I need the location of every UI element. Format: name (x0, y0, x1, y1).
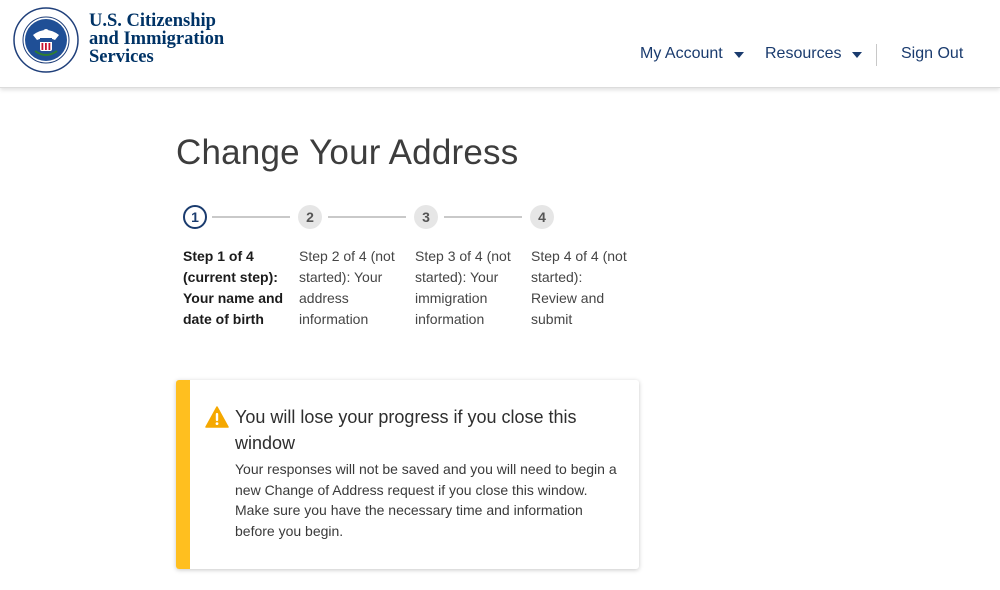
step-1-label: Step 1 of 4 (current step): Your name an… (183, 248, 284, 327)
agency-name-line-3: Services (89, 47, 154, 67)
sign-out-label: Sign Out (901, 45, 964, 62)
step-4-label: Step 4 of 4 (not started): Review and su… (531, 248, 627, 327)
step-connector (212, 216, 290, 218)
resources-label: Resources (765, 45, 842, 62)
step-connector (328, 216, 406, 218)
agency-name-line-1: U.S. Citizenship (89, 11, 216, 31)
alert-title: You will lose your progress if you close… (235, 407, 577, 453)
alert-accent-bar (176, 380, 190, 569)
step-connector (444, 216, 522, 218)
nav-divider (876, 44, 877, 66)
step-2-circle: 2 (298, 205, 322, 229)
alert-body: Your responses will not be saved and you… (235, 461, 617, 539)
my-account-menu[interactable]: My Account (640, 45, 744, 63)
step-3-label: Step 3 of 4 (not started): Your immigrat… (415, 248, 511, 327)
agency-name-line-2: and Immigration (89, 29, 225, 49)
my-account-label: My Account (640, 45, 723, 62)
step-2-label: Step 2 of 4 (not started): Your address … (299, 248, 395, 327)
site-header: U.S. Citizenship and Immigration Service… (0, 0, 1000, 88)
step-3-circle: 3 (414, 205, 438, 229)
warning-alert: You will lose your progress if you close… (176, 380, 639, 569)
caret-down-icon (852, 52, 863, 58)
step-1-circle: 1 (183, 205, 207, 229)
sign-out-link[interactable]: Sign Out (901, 45, 963, 63)
resources-menu[interactable]: Resources (765, 45, 863, 63)
caret-down-icon (733, 52, 744, 58)
agency-name[interactable]: U.S. Citizenship and Immigration Service… (89, 11, 225, 67)
step-4-circle: 4 (530, 205, 554, 229)
dhs-seal-icon[interactable] (13, 7, 79, 73)
page-title: Change Your Address (176, 133, 519, 172)
warning-icon (205, 406, 229, 428)
